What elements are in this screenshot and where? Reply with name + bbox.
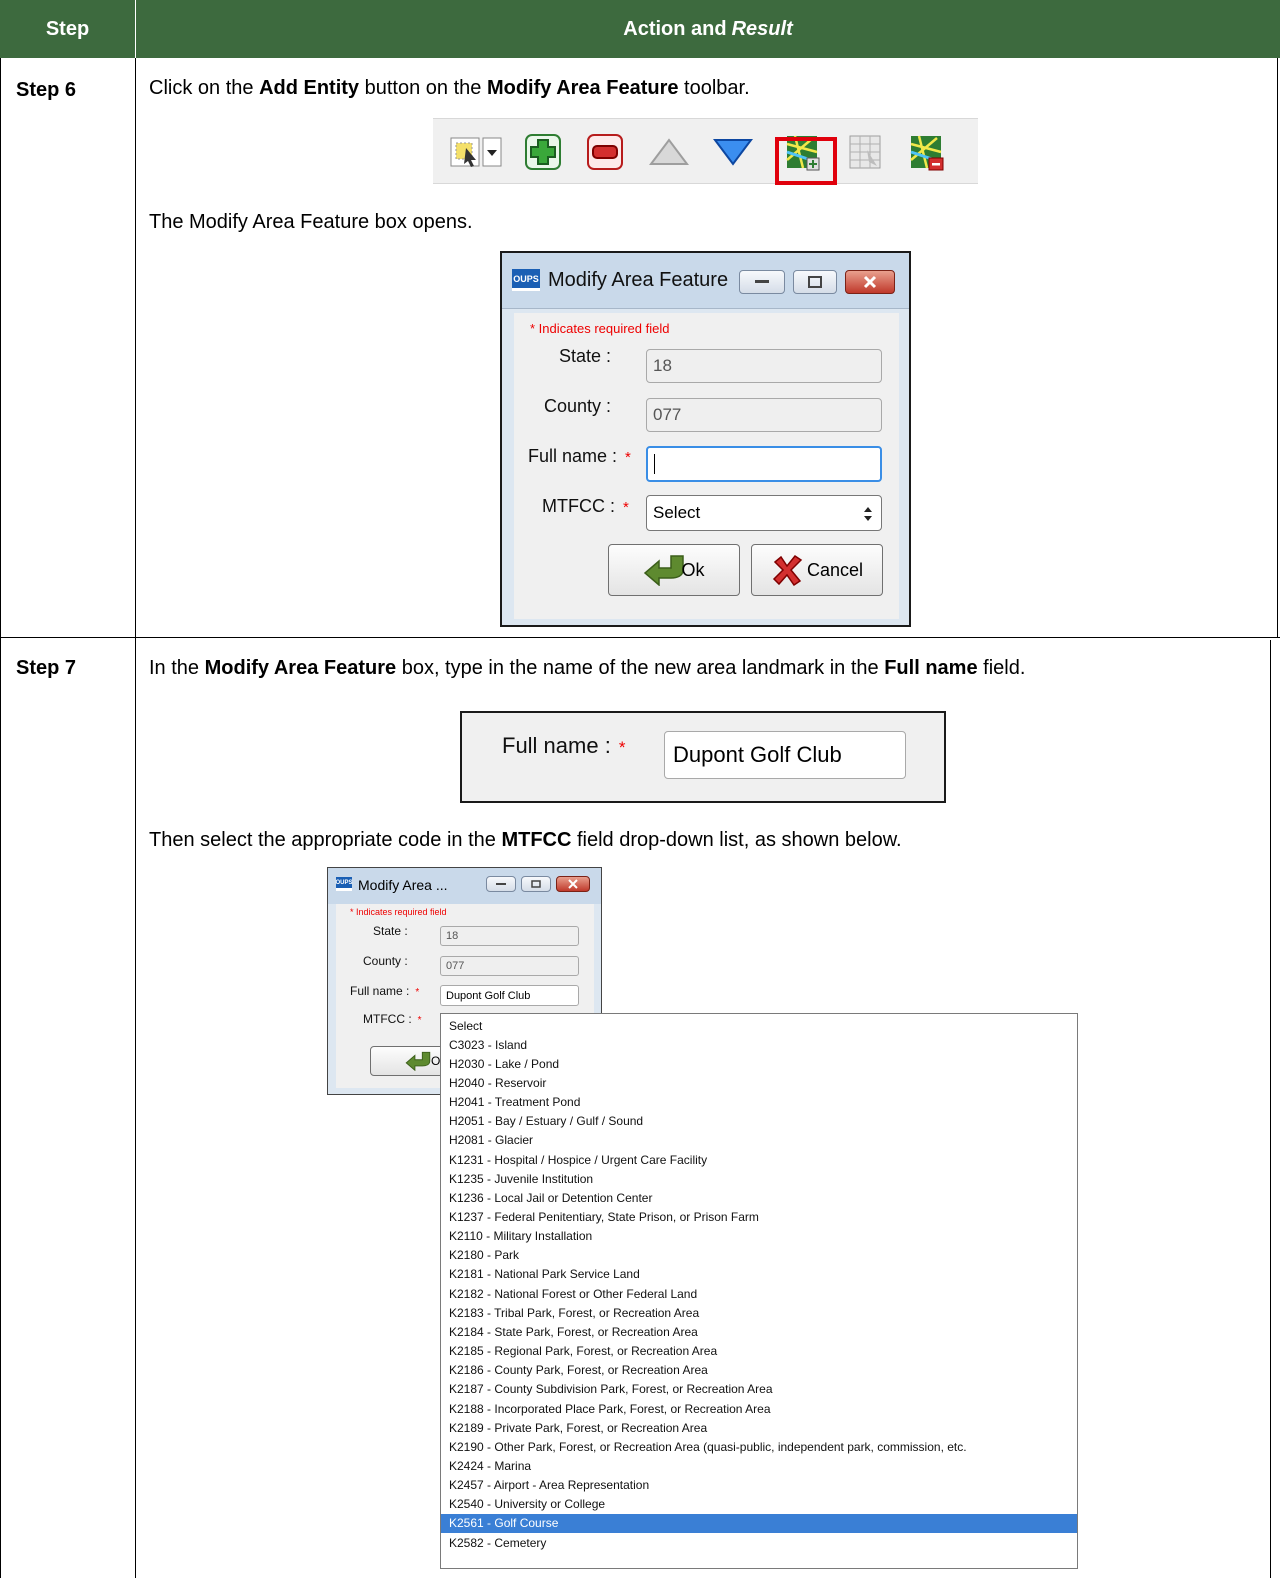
dropdown-option[interactable]: K2188 - Incorporated Place Park, Forest,… bbox=[441, 1399, 1077, 1418]
dialog-body: * Indicates required field State : 18 Co… bbox=[514, 313, 899, 619]
ok-button[interactable]: Ok bbox=[608, 544, 740, 596]
dropdown-option[interactable]: K2189 - Private Park, Forest, or Recreat… bbox=[441, 1418, 1077, 1437]
dropdown-option[interactable]: H2051 - Bay / Estuary / Gulf / Sound bbox=[441, 1112, 1077, 1131]
mtfcc-select[interactable]: Select bbox=[646, 495, 882, 531]
header-result-text: Result bbox=[731, 17, 793, 40]
dropdown-option[interactable]: K2540 - University or College bbox=[441, 1495, 1077, 1514]
small-required-note: * Indicates required field bbox=[350, 907, 447, 917]
dropdown-option[interactable]: K2424 - Marina bbox=[441, 1456, 1077, 1475]
small-state-label: State : bbox=[373, 924, 408, 938]
step7-instruction: In the Modify Area Feature box, type in … bbox=[149, 657, 1026, 679]
small-close-icon[interactable] bbox=[556, 876, 590, 892]
chevron-updown-icon bbox=[864, 507, 872, 521]
dropdown-option[interactable]: K2185 - Regional Park, Forest, or Recrea… bbox=[441, 1342, 1077, 1361]
county-label: County : bbox=[544, 396, 612, 416]
dropdown-option[interactable]: K2457 - Airport - Area Representation bbox=[441, 1476, 1077, 1495]
dropdown-option[interactable]: K1237 - Federal Penitentiary, State Pris… bbox=[441, 1208, 1077, 1227]
dropdown-option[interactable]: K1235 - Juvenile Institution bbox=[441, 1169, 1077, 1188]
fullname-zoom-image: Full name : * Dupont Golf Club bbox=[460, 711, 946, 803]
small-dialog-title-bar: OUPS Modify Area ... bbox=[328, 868, 601, 904]
dropdown-option[interactable]: K2182 - National Forest or Other Federal… bbox=[441, 1284, 1077, 1303]
up-triangle-icon[interactable] bbox=[647, 129, 691, 175]
small-ok-button[interactable]: Ol bbox=[370, 1046, 450, 1076]
border-right-2 bbox=[1270, 640, 1271, 1578]
step6-result-text: The Modify Area Feature box opens. bbox=[149, 211, 473, 233]
dropdown-option[interactable]: K2184 - State Park, Forest, or Recreatio… bbox=[441, 1322, 1077, 1341]
mtfcc-label: MTFCC : * bbox=[542, 496, 629, 516]
border-right-1 bbox=[1277, 58, 1278, 638]
dropdown-option[interactable]: K2582 - Cemetery bbox=[441, 1533, 1077, 1552]
small-fullname-field[interactable]: Dupont Golf Club bbox=[440, 985, 579, 1006]
add-entity-highlight bbox=[775, 137, 837, 185]
zoom-fullname-label: Full name : * bbox=[502, 733, 626, 758]
mtfcc-dropdown-list[interactable]: Select C3023 - Island H2030 - Lake / Pond H… bbox=[440, 1013, 1078, 1569]
dropdown-option[interactable]: H2041 - Treatment Pond bbox=[441, 1093, 1077, 1112]
table-grid-icon[interactable] bbox=[843, 129, 887, 175]
state-label: State : bbox=[559, 346, 612, 366]
dropdown-option[interactable]: C3023 - Island bbox=[441, 1035, 1077, 1054]
dropdown-option[interactable]: K2181 - National Park Service Land bbox=[441, 1265, 1077, 1284]
instruction-table: Step Action and Result Step 6 Click on th… bbox=[0, 0, 1280, 1578]
dropdown-option[interactable]: H2040 - Reservoir bbox=[441, 1073, 1077, 1092]
header-action-text: Action and bbox=[623, 17, 727, 40]
dropdown-option[interactable]: K2561 - Golf Course bbox=[441, 1513, 1077, 1533]
county-field[interactable]: 077 bbox=[646, 398, 882, 432]
dropdown-option[interactable]: K2110 - Military Installation bbox=[441, 1227, 1077, 1246]
small-oups-logo-icon: OUPS bbox=[336, 877, 353, 891]
step6-instruction: Click on the Add Entity button on the Mo… bbox=[149, 77, 750, 99]
fullname-label: Full name : * bbox=[528, 446, 631, 466]
header-action: Action and Result bbox=[136, 0, 1280, 58]
dropdown-option[interactable]: K2180 - Park bbox=[441, 1246, 1077, 1265]
fullname-field[interactable] bbox=[646, 446, 882, 482]
column-divider bbox=[135, 58, 136, 1578]
dialog-title-bar: OUPS Modify Area Feature bbox=[502, 253, 909, 309]
step6-label: Step 6 bbox=[16, 79, 77, 101]
modify-area-feature-dialog: OUPS Modify Area Feature * Indicates req… bbox=[500, 251, 911, 627]
add-green-plus-icon[interactable] bbox=[521, 129, 565, 175]
dropdown-option[interactable]: K1236 - Local Jail or Detention Center bbox=[441, 1188, 1077, 1207]
dropdown-option[interactable]: H2030 - Lake / Pond bbox=[441, 1054, 1077, 1073]
small-county-field[interactable]: 077 bbox=[440, 956, 579, 976]
ok-arrow-icon bbox=[644, 555, 685, 586]
step7-label: Step 7 bbox=[16, 657, 77, 679]
small-ok-arrow-icon bbox=[405, 1051, 431, 1071]
small-county-label: County : bbox=[363, 954, 408, 968]
state-field[interactable]: 18 bbox=[646, 349, 882, 383]
step7-mtfcc-instruction: Then select the appropriate code in the … bbox=[149, 829, 902, 851]
border-left bbox=[0, 58, 1, 1578]
minimize-icon[interactable] bbox=[739, 270, 785, 294]
table-header: Step Action and Result bbox=[0, 0, 1280, 58]
header-step-text: Step bbox=[45, 17, 90, 40]
cancel-x-icon bbox=[772, 554, 803, 586]
dropdown-option[interactable]: K2190 - Other Park, Forest, or Recreatio… bbox=[441, 1437, 1077, 1456]
oups-logo-icon: OUPS bbox=[512, 269, 540, 291]
dropdown-option[interactable]: K2183 - Tribal Park, Forest, or Recreati… bbox=[441, 1303, 1077, 1322]
small-mtfcc-label: MTFCC : * bbox=[363, 1012, 422, 1026]
small-maximize-icon[interactable] bbox=[521, 876, 551, 892]
dialog-title: Modify Area Feature bbox=[548, 269, 729, 291]
modify-area-toolbar bbox=[433, 118, 978, 184]
required-note: * Indicates required field bbox=[530, 321, 670, 336]
maximize-icon[interactable] bbox=[793, 270, 837, 294]
remove-red-minus-icon[interactable] bbox=[583, 129, 627, 175]
header-step: Step bbox=[0, 0, 136, 58]
dropdown-option[interactable]: H2081 - Glacier bbox=[441, 1131, 1077, 1150]
dropdown-option[interactable]: K2187 - County Subdivision Park, Forest,… bbox=[441, 1380, 1077, 1399]
small-dialog-title: Modify Area ... bbox=[358, 877, 448, 893]
cancel-button[interactable]: Cancel bbox=[751, 544, 883, 596]
dropdown-option[interactable]: Select bbox=[441, 1016, 1077, 1035]
down-triangle-icon[interactable] bbox=[711, 129, 755, 175]
zoom-fullname-field[interactable]: Dupont Golf Club bbox=[664, 731, 906, 779]
close-icon[interactable] bbox=[845, 270, 895, 294]
select-tool-icon[interactable] bbox=[447, 129, 509, 175]
small-state-field[interactable]: 18 bbox=[440, 926, 579, 946]
dropdown-option[interactable]: K1231 - Hospital / Hospice / Urgent Care… bbox=[441, 1150, 1077, 1169]
small-minimize-icon[interactable] bbox=[486, 876, 516, 892]
dropdown-option[interactable]: K2186 - County Park, Forest, or Recreati… bbox=[441, 1361, 1077, 1380]
row-divider bbox=[0, 637, 1280, 638]
small-fullname-label: Full name : * bbox=[350, 984, 420, 998]
remove-entity-map-icon[interactable] bbox=[905, 129, 949, 175]
